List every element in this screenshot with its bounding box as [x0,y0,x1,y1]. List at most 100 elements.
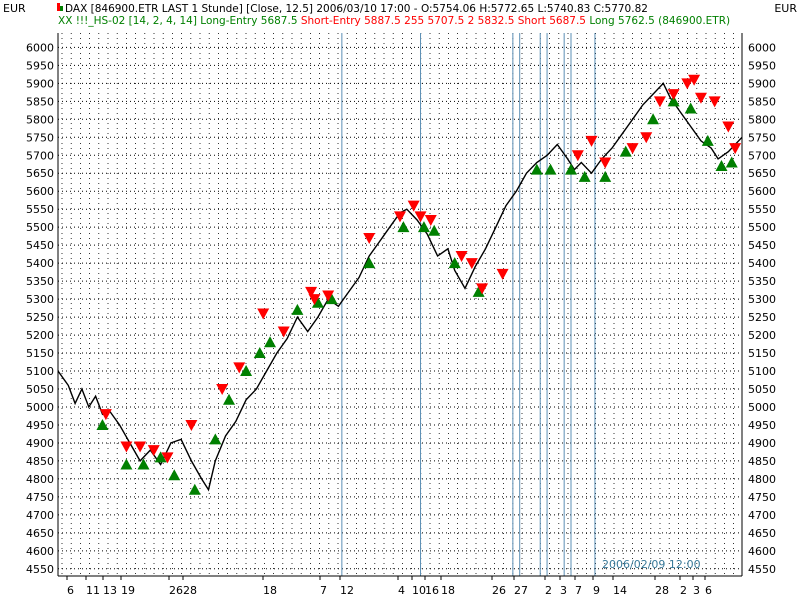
x-tick-label: 18 [441,584,455,597]
x-tick-label: 4 [398,584,405,597]
x-tick-label: 6 [705,584,712,597]
instrument-icon [57,3,63,11]
y-tick-label: 5300 [748,293,776,306]
y-tick-label: 5150 [26,347,54,360]
short-entry-marker [363,232,376,244]
y-tick-label: 5700 [748,149,776,162]
y-tick-label: 5900 [748,77,776,90]
y-tick-label: 5750 [748,131,776,144]
x-tick-label: 3 [560,584,567,597]
y-tick-label: 5600 [748,185,776,198]
y-tick-label: 5350 [26,275,54,288]
y-tick-label: 4650 [748,527,776,540]
y-tick-label: 5050 [748,383,776,396]
x-tick-label: 13 [103,584,117,597]
chart-grid [58,33,742,576]
x-tick-label: 26 [492,584,506,597]
x-tick-label: 12 [340,584,354,597]
y-tick-label: 5150 [748,347,776,360]
short-entry-marker [120,441,133,453]
long-entry-marker [188,483,201,495]
y-tick-label: 5800 [748,113,776,126]
y-tick-label: 5300 [26,293,54,306]
x-tick-label: 3 [693,584,700,597]
y-tick-label: 5950 [26,59,54,72]
y-tick-label: 5850 [748,95,776,108]
cursor-timestamp: 2006/02/09 12:00 [602,558,701,571]
instrument-header: DAX [846900.ETR LAST 1 Stunde] [Close, 1… [65,3,648,15]
short-entry-marker [455,250,468,262]
y-tick-label: 4950 [26,419,54,432]
y-tick-label: 5100 [26,365,54,378]
y-tick-label: 5200 [748,329,776,342]
y-tick-label: 5850 [26,95,54,108]
y-tick-label: 4750 [26,491,54,504]
y-tick-label: 5400 [26,257,54,270]
short-entry-marker [496,268,509,280]
long-entry-marker [291,303,304,315]
short-entry-marker [585,135,598,147]
long-entry-marker [544,163,557,175]
short-entry-marker [185,419,198,431]
y-tick-label: 5550 [748,203,776,216]
y-tick-label: 5250 [748,311,776,324]
x-tick-label: 7 [575,584,582,597]
short-entry-marker [722,121,735,133]
x-tick-label: 19 [121,584,135,597]
long-entry-marker [725,156,738,168]
strategy-header: XX !!!_HS-02 [14, 2, 4, 14] Long-Entry 5… [58,15,730,27]
y-tick-label: 4850 [748,455,776,468]
long-entry-marker [428,224,441,236]
y-tick-label: 4800 [26,473,54,486]
y-tick-label: 5900 [26,77,54,90]
long-entry-marker [223,393,235,405]
x-tick-label: 10 [412,584,426,597]
x-tick-label: 18 [263,584,277,597]
price-series [57,82,743,492]
y-tick-label: 6000 [748,41,776,54]
x-tick-label: 27 [514,584,528,597]
y-tick-label: 5800 [26,113,54,126]
currency-label-left: EUR [3,2,26,15]
currency-label-right: EUR [774,2,797,15]
y-tick-label: 5500 [26,221,54,234]
y-tick-label: 5250 [26,311,54,324]
x-tick-label: 9 [593,584,600,597]
y-tick-label: 4650 [26,527,54,540]
y-tick-label: 4700 [26,509,54,522]
long-entry-marker [684,102,697,114]
price-line [57,82,743,492]
y-tick-label: 5100 [748,365,776,378]
short-entry-marker [394,211,406,223]
y-tick-label: 5700 [26,149,54,162]
y-tick-label: 5950 [748,59,776,72]
y-tick-label: 5450 [26,239,54,252]
y-tick-label: 4900 [26,437,54,450]
y-tick-label: 4550 [26,563,54,576]
x-tick-label: 16 [425,584,439,597]
y-tick-label: 4600 [26,545,54,558]
vertical-marker-lines [341,33,596,576]
x-tick-label: 28 [183,584,197,597]
long-entry-marker [715,160,728,172]
long-entry-marker [209,433,222,445]
x-tick-label: 11 [86,584,100,597]
short-entry-marker [414,211,427,223]
long-entry-marker [578,170,591,182]
y-tick-label: 4950 [748,419,776,432]
y-tick-label: 5550 [26,203,54,216]
y-tick-label: 4900 [748,437,776,450]
y-tick-label: 5450 [748,239,776,252]
x-tick-label: 7 [320,584,327,597]
x-axis: 6 11 13 19 26 28 18 7 12 4 10 16 18 26 27 2 3 7 9 14 28 2 3 6 [58,575,742,597]
short-entry-marker [653,96,666,108]
x-tick-label: 2 [680,584,687,597]
price-chart[interactable]: 4550 4600 4650 4700 4750 4800 4850 4900 4950 5000… [0,0,800,600]
y-tick-label: 5350 [748,275,776,288]
y-tick-label: 6000 [26,41,54,54]
x-tick-label: 6 [67,584,74,597]
long-entry-marker [168,469,181,481]
long-entry-marker [530,163,543,175]
short-entry-marker [424,214,437,226]
long-entry-marker [599,170,612,182]
